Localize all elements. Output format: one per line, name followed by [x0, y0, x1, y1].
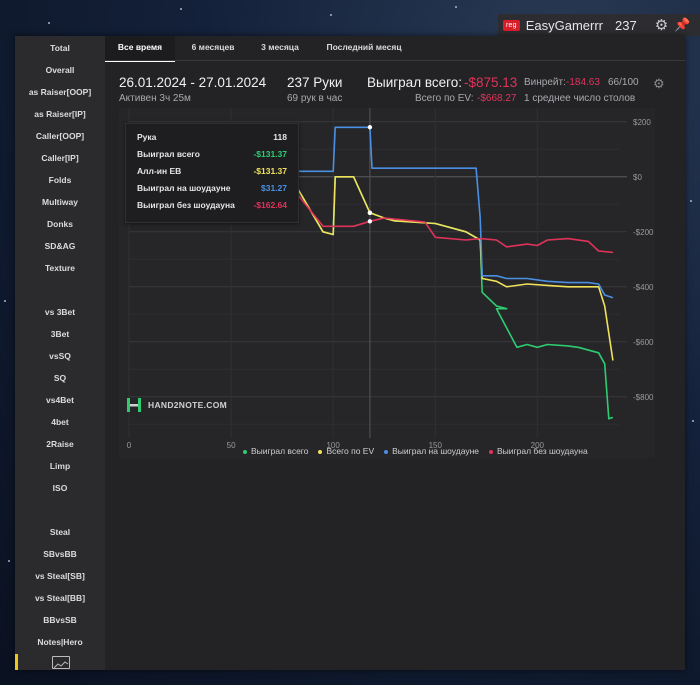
legend-label: Выиграл всего	[251, 446, 309, 456]
ev-total-label: Всего по EV:	[415, 93, 474, 104]
sidebar-item-total[interactable]: Total	[15, 41, 105, 55]
hand-count-badge: 237	[615, 17, 637, 33]
tooltip-label: Рука	[137, 132, 157, 142]
sidebar-item-4bet[interactable]: 4bet	[15, 415, 105, 429]
x-tick-label: 50	[227, 441, 236, 450]
sidebar-item-sbvsbb[interactable]: SBvsBB	[15, 547, 105, 561]
sidebar-item-as-raiser-ip[interactable]: as Raiser[IP]	[15, 107, 105, 121]
sidebar-item-vs4bet[interactable]: vs4Bet	[15, 393, 105, 407]
tooltip-row: Выиграл без шоудауна -$162.64	[137, 200, 287, 214]
hands-total: 237 Руки	[287, 75, 343, 90]
won-total-value: -$875.13	[464, 75, 518, 90]
tooltip-row: Выиграл всего -$131.37	[137, 149, 287, 163]
won-total-label: Выиграл всего:	[367, 75, 462, 90]
logo-text: HAND2NOTE.COM	[148, 400, 227, 410]
sidebar-item-folds[interactable]: Folds	[15, 173, 105, 187]
ev-total-value: -$668.27	[477, 93, 517, 104]
chart-legend: Выиграл всего Всего по EV Выиграл на шоуда…	[243, 446, 588, 456]
sidebar-item-sd-ag[interactable]: SD&AG	[15, 239, 105, 253]
tab-3-months[interactable]: 3 месяца	[251, 36, 309, 60]
sidebar-item-notes-hero[interactable]: Notes|Hero	[15, 635, 105, 649]
legend-item[interactable]: Всего по EV	[318, 446, 374, 456]
y-tick-label: -$400	[633, 283, 654, 292]
sidebar-item-vs-3bet[interactable]: vs 3Bet	[15, 305, 105, 319]
sidebar-item-2raise[interactable]: 2Raise	[15, 437, 105, 451]
tooltip-label: Выиграл всего	[137, 149, 200, 159]
tooltip-value: $31.27	[261, 183, 287, 193]
hands-per-hour: 69 рук в час	[287, 93, 343, 104]
period-tabs: Все время 6 месяцев 3 месяца Последний м…	[105, 36, 685, 62]
tab-last-month[interactable]: Последний месяц	[319, 36, 409, 60]
y-tick-label: -$600	[633, 338, 654, 347]
sidebar-item-overall[interactable]: Overall	[15, 63, 105, 77]
tooltip-value: -$131.37	[253, 166, 287, 176]
date-range: 26.01.2024 - 27.01.2024	[119, 75, 267, 90]
legend-label: Выиграл на шоудауне	[392, 446, 480, 456]
legend-dot-icon	[243, 449, 247, 454]
chart-settings-icon[interactable]: ⚙	[653, 76, 665, 92]
hover-dot	[367, 219, 373, 224]
tooltip-value: -$131.37	[253, 149, 287, 159]
sidebar-item-steal[interactable]: Steal	[15, 525, 105, 539]
sidebar-item-iso[interactable]: ISO	[15, 481, 105, 495]
legend-item[interactable]: Выиграл всего	[243, 446, 308, 456]
sidebar-item-3bet[interactable]: 3Bet	[15, 327, 105, 341]
tooltip-value: -$162.64	[253, 200, 287, 210]
graph-icon[interactable]	[52, 656, 70, 669]
hand2note-logo: HAND2NOTE.COM	[126, 397, 227, 413]
tooltip-row: Рука 118	[137, 132, 287, 146]
tooltip-row: Выиграл на шоудауне $31.27	[137, 183, 287, 197]
legend-dot-icon	[489, 449, 494, 454]
legend-dot-icon	[384, 449, 389, 454]
pin-icon[interactable]: 📌	[674, 17, 690, 33]
legend-dot-icon	[318, 449, 323, 454]
sidebar-item-vs-steal-bb[interactable]: vs Steal[BB]	[15, 591, 105, 605]
sidebar-item-as-raiser-oop[interactable]: as Raiser[OOP]	[15, 85, 105, 99]
sidebar-item-donks[interactable]: Donks	[15, 217, 105, 231]
tooltip-label: Выиграл на шоудауне	[137, 183, 231, 193]
sidebar-item-limp[interactable]: Limp	[15, 459, 105, 473]
tab-all-time[interactable]: Все время	[105, 36, 175, 62]
settings-gear-icon[interactable]: ⚙	[655, 16, 668, 34]
hover-dot	[367, 210, 373, 215]
y-tick-label: $0	[633, 173, 642, 182]
active-indicator	[15, 654, 18, 670]
y-tick-label: -$200	[633, 228, 654, 237]
y-tick-label: $200	[633, 118, 651, 127]
user-bar: reg EasyGamerrr 237 ⚙ 📌 ✕	[498, 14, 700, 36]
sidebar: Total Overall as Raiser[OOP] as Raiser[IP] C…	[15, 36, 105, 670]
player-nickname: EasyGamerrr	[525, 17, 604, 33]
sidebar-item-multiway[interactable]: Multiway	[15, 195, 105, 209]
sidebar-item-sq[interactable]: SQ	[15, 371, 105, 385]
y-tick-label: -$800	[633, 393, 654, 402]
sidebar-item-vs-steal-sb[interactable]: vs Steal[SB]	[15, 569, 105, 583]
legend-item[interactable]: Выиграл без шоудауна	[489, 446, 588, 456]
legend-item[interactable]: Выиграл на шоудауне	[384, 446, 479, 456]
tooltip-row: Алл-ин ЕВ -$131.37	[137, 166, 287, 180]
hand2note-logo-icon	[126, 397, 142, 413]
active-time: Активен 3ч 25м	[119, 93, 191, 104]
avg-tables: 1 среднее число столов	[524, 93, 636, 104]
winrate-unit: 66/100	[608, 77, 639, 88]
winrate-label: Винрейт:	[524, 77, 566, 88]
tooltip-label: Алл-ин ЕВ	[137, 166, 182, 176]
legend-label: Выиграл без шоудауна	[497, 446, 588, 456]
hover-tooltip: Рука 118 Выиграл всего -$131.37 Алл-ин ЕВ -$1…	[125, 123, 299, 223]
sidebar-item-vssq[interactable]: vsSQ	[15, 349, 105, 363]
sidebar-item-bbvssb[interactable]: BBvsSB	[15, 613, 105, 627]
tab-6-months[interactable]: 6 месяцев	[183, 36, 243, 60]
stats-window: Total Overall as Raiser[OOP] as Raiser[IP] C…	[15, 36, 685, 670]
sidebar-item-caller-oop[interactable]: Caller[OOP]	[15, 129, 105, 143]
tooltip-value: 118	[273, 132, 287, 142]
sidebar-item-caller-ip[interactable]: Caller[IP]	[15, 151, 105, 165]
tooltip-label: Выиграл без шоудауна	[137, 200, 235, 210]
room-badge: reg	[503, 19, 520, 31]
winrate-value: -184.63	[566, 77, 600, 88]
x-tick-label: 0	[127, 441, 132, 450]
tabs-divider	[105, 60, 685, 61]
legend-label: Всего по EV	[326, 446, 375, 456]
sidebar-item-texture[interactable]: Texture	[15, 261, 105, 275]
hover-dot	[367, 125, 373, 130]
